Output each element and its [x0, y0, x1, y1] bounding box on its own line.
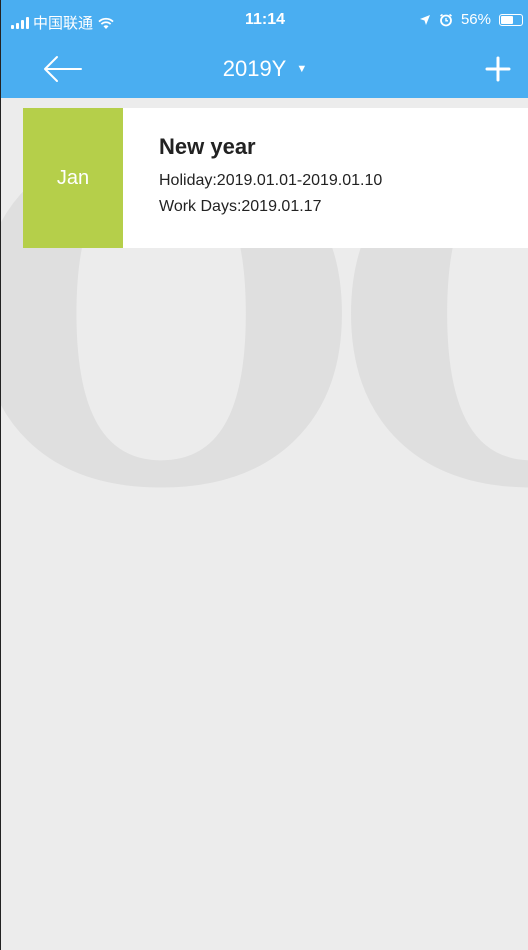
holiday-dates: Holiday:2019.01.01-2019.01.10 [159, 172, 383, 189]
status-bar: 中国联通 11:14 56% [1, 0, 528, 40]
app-screen: OOB 中国联通 11:14 [0, 0, 528, 950]
location-icon [419, 14, 430, 25]
battery-icon [499, 13, 523, 26]
work-days: Work Days:2019.01.17 [159, 198, 322, 215]
header: 中国联通 11:14 56% 2019Y ▼ [1, 0, 528, 98]
battery-percent: 56% [460, 11, 491, 28]
caret-down-icon: ▼ [296, 63, 308, 75]
year-selector[interactable]: 2019Y ▼ [1, 56, 528, 82]
plus-icon [485, 56, 511, 82]
holiday-title: New year [159, 134, 256, 159]
alarm-icon [439, 13, 452, 26]
holiday-details: New year Holiday:2019.01.01-2019.01.10 W… [123, 108, 382, 248]
status-right: 56% [419, 11, 523, 28]
nav-bar: 2019Y ▼ [1, 40, 528, 98]
holiday-list-item[interactable]: Jan New year Holiday:2019.01.01-2019.01.… [23, 108, 528, 248]
month-badge: Jan [23, 108, 123, 248]
year-title: 2019Y [222, 56, 287, 81]
add-button[interactable] [481, 52, 515, 86]
